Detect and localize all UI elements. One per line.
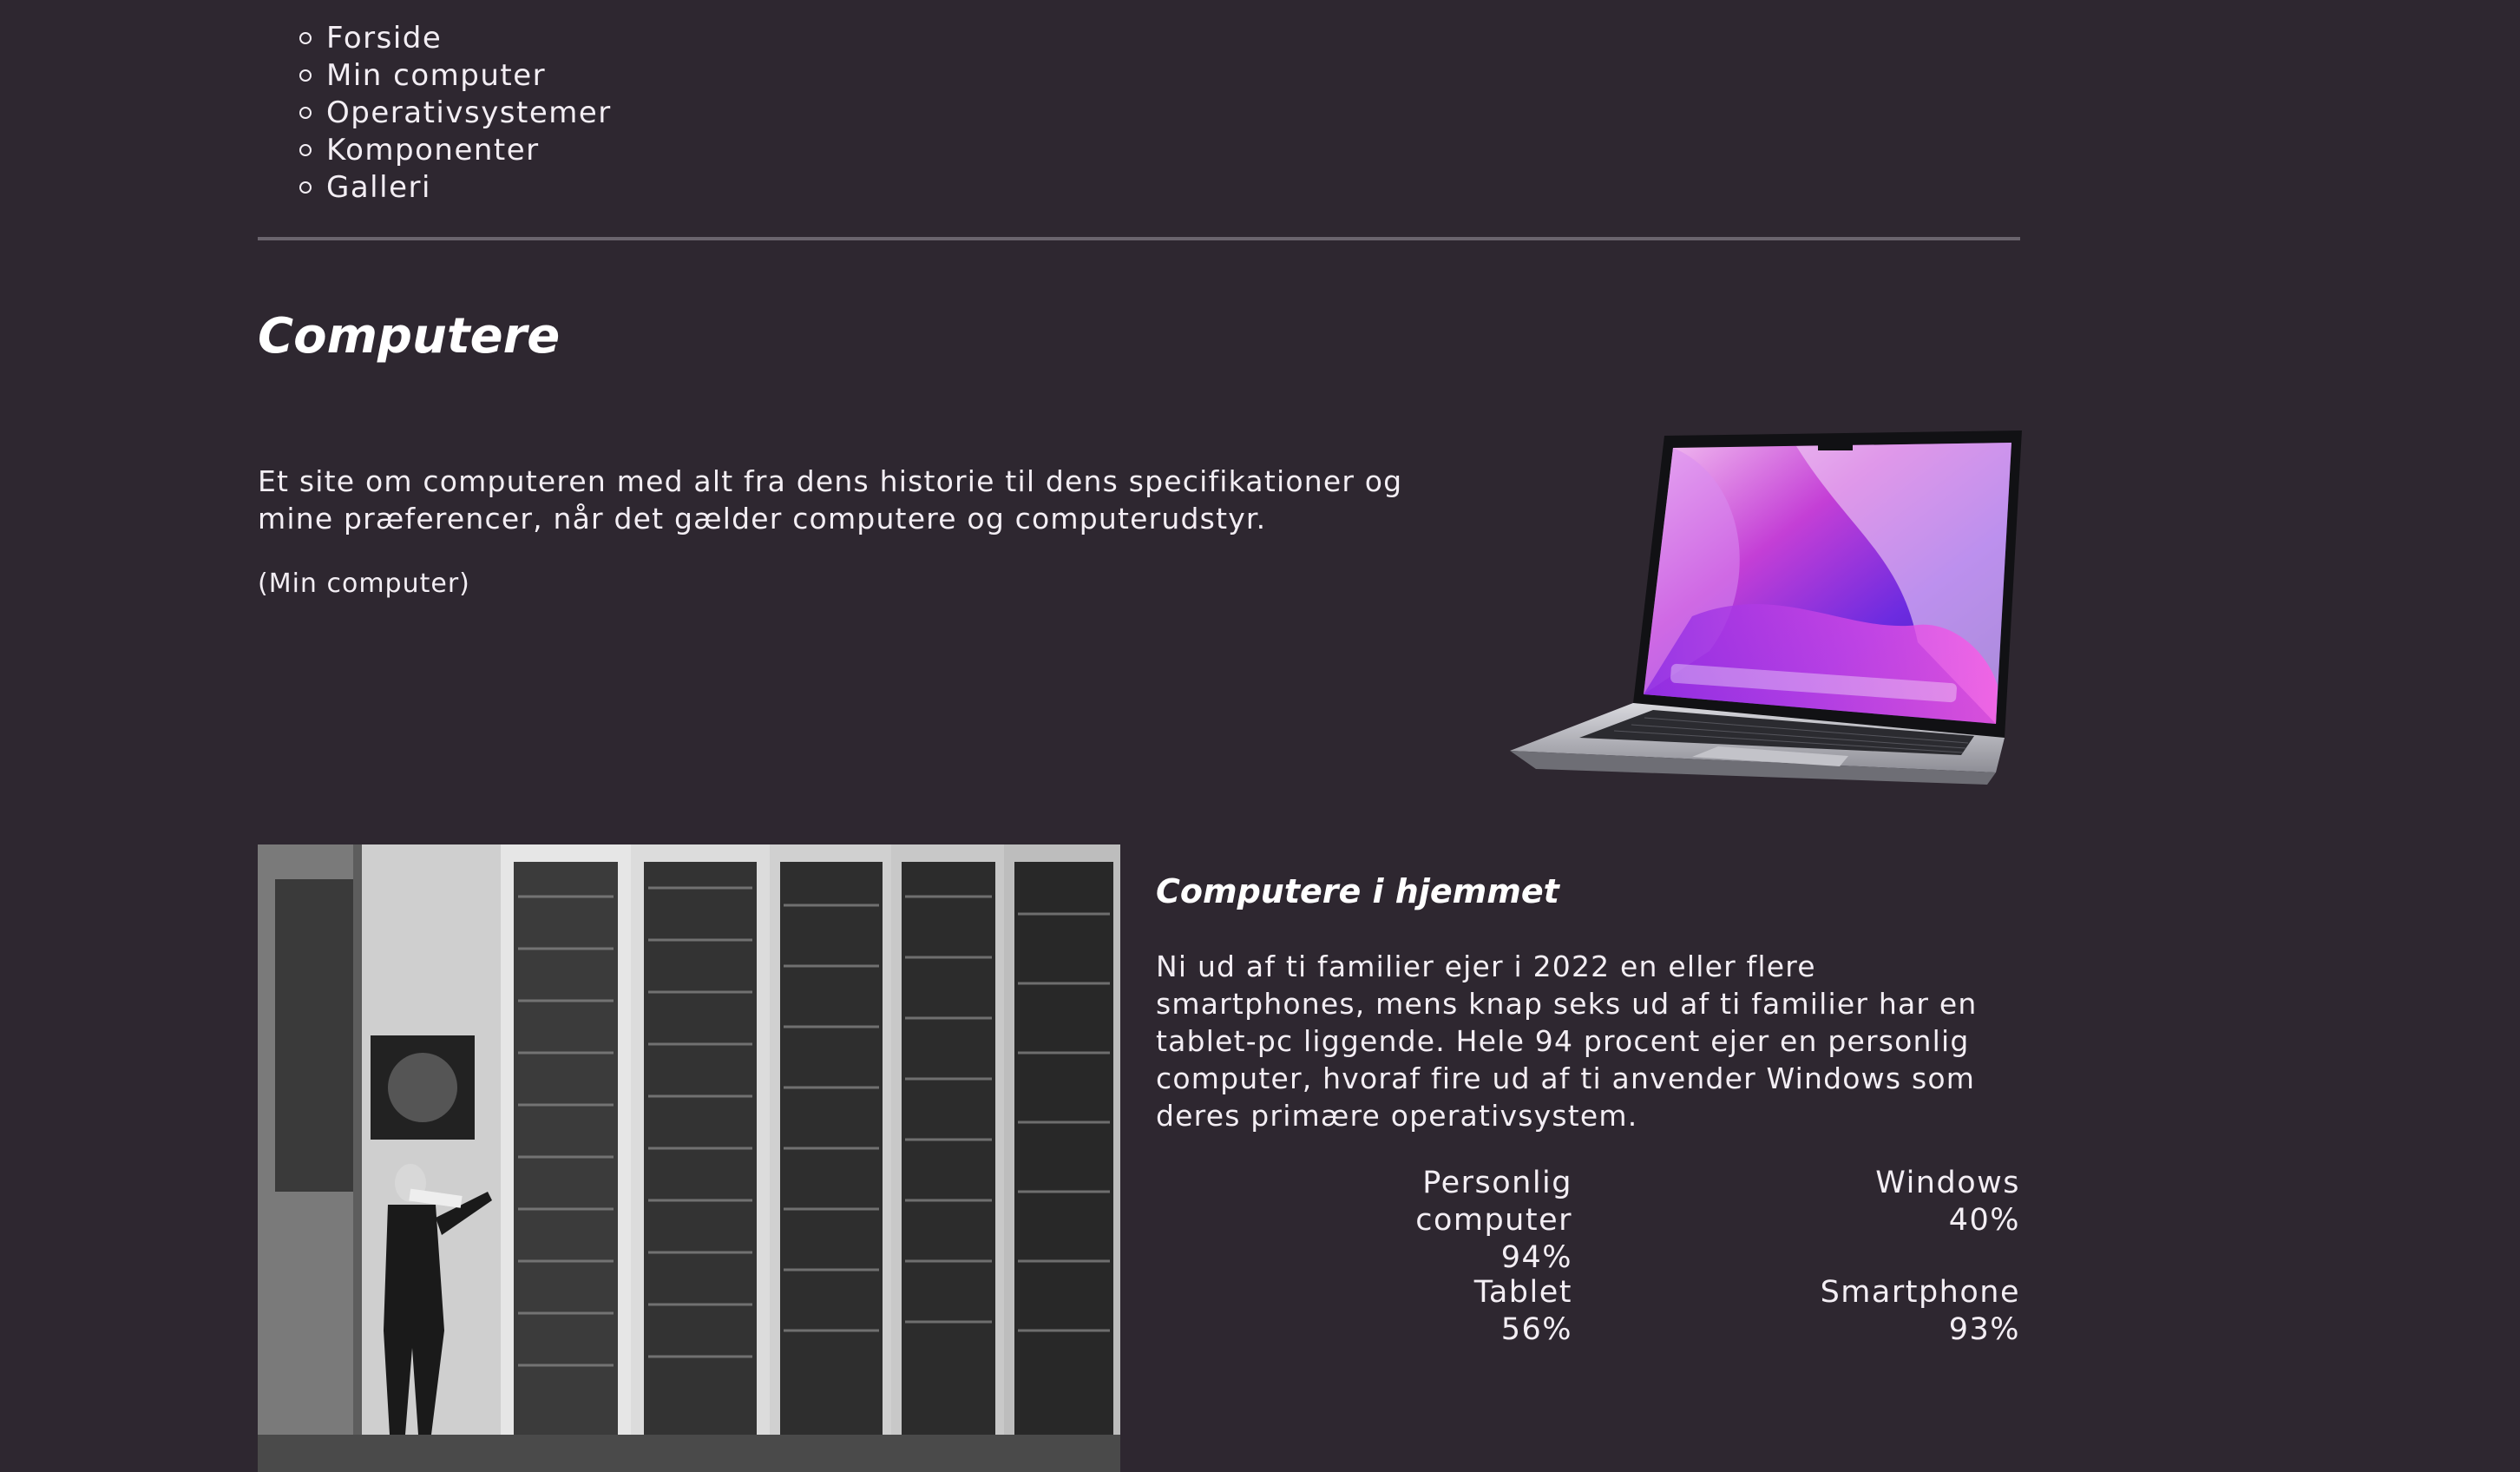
nav-item-label: Min computer [326, 57, 547, 93]
stat-label: Smartphone [1820, 1275, 2020, 1310]
section-text: Ni ud af ti familier ejer i 2022 en elle… [1156, 950, 1978, 1133]
nav-list: Forside Min computer Operativsystemer Ko… [299, 19, 612, 206]
nav-item-min-computer[interactable]: Min computer [299, 56, 612, 94]
circle-bullet-icon [299, 69, 312, 82]
stat-tablet: Tablet 56% [1286, 1274, 1572, 1349]
nav-item-label: Komponenter [326, 132, 540, 168]
stat-label: Windows [1875, 1166, 2020, 1200]
circle-bullet-icon [299, 106, 312, 119]
stat-value: 56% [1500, 1312, 1572, 1347]
stat-value: 93% [1948, 1312, 2020, 1347]
stat-windows: Windows 40% [1733, 1165, 2020, 1239]
nav-item-forside[interactable]: Forside [299, 19, 612, 56]
nav-item-operativsystemer[interactable]: Operativsystemer [299, 94, 612, 131]
section-heading: Computere i hjemmet [1156, 872, 1559, 910]
horizontal-divider [258, 237, 2020, 240]
laptop-image [1510, 430, 2022, 785]
nav-item-galleri[interactable]: Galleri [299, 168, 612, 206]
intro-text: Et site om computeren med alt fra dens h… [258, 464, 1403, 536]
stat-smartphone: Smartphone 93% [1733, 1274, 2020, 1349]
page: Forside Min computer Operativsystemer Ko… [258, 0, 2022, 1472]
page-title: Computere [258, 308, 561, 365]
nav-item-label: Galleri [326, 169, 431, 205]
stat-value: 94% [1500, 1240, 1572, 1275]
circle-bullet-icon [299, 181, 312, 194]
stat-value: 40% [1948, 1203, 2020, 1238]
stat-personlig-computer: Personlig computer 94% [1286, 1165, 1572, 1277]
nav-item-label: Operativsystemer [326, 95, 612, 130]
nav-item-komponenter[interactable]: Komponenter [299, 131, 612, 168]
circle-bullet-icon [299, 143, 312, 156]
circle-bullet-icon [299, 31, 312, 44]
image-caption: (Min computer) [258, 568, 470, 599]
nav-item-label: Forside [326, 20, 443, 56]
stat-label: Tablet [1473, 1275, 1572, 1310]
vintage-computer-photo [258, 844, 1120, 1472]
stat-label: Personlig computer [1415, 1166, 1572, 1238]
